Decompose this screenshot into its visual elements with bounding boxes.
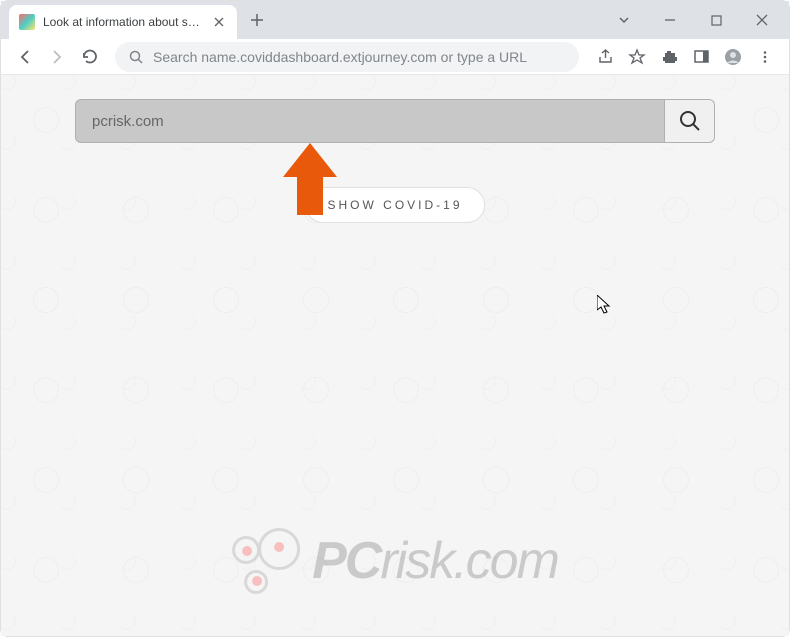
favicon-icon: [19, 14, 35, 30]
maximize-button[interactable]: [697, 5, 735, 35]
sidepanel-icon[interactable]: [687, 43, 715, 71]
bookmark-icon[interactable]: [623, 43, 651, 71]
arrow-annotation-icon: [283, 143, 337, 215]
toolbar: Search name.coviddashboard.extjourney.co…: [1, 39, 789, 75]
extensions-icon[interactable]: [655, 43, 683, 71]
tab-title: Look at information about spread: [43, 15, 203, 29]
tab-strip: Look at information about spread: [1, 1, 789, 39]
search-icon: [129, 50, 143, 64]
chevron-down-icon[interactable]: [605, 5, 643, 35]
menu-icon[interactable]: [751, 43, 779, 71]
cursor-icon: [597, 295, 613, 315]
share-icon[interactable]: [591, 43, 619, 71]
browser-tab[interactable]: Look at information about spread: [9, 5, 237, 39]
window-controls: [605, 5, 781, 35]
close-tab-icon[interactable]: [211, 14, 227, 30]
address-bar[interactable]: Search name.coviddashboard.extjourney.co…: [115, 42, 579, 72]
forward-button[interactable]: [43, 43, 71, 71]
minimize-button[interactable]: [651, 5, 689, 35]
close-window-button[interactable]: [743, 5, 781, 35]
search-input[interactable]: [75, 99, 665, 143]
reload-button[interactable]: [75, 43, 103, 71]
profile-icon[interactable]: [719, 43, 747, 71]
search-button[interactable]: [665, 99, 715, 143]
magnifier-icon: [679, 110, 701, 132]
watermark-text: PCrisk.com: [312, 531, 558, 591]
back-button[interactable]: [11, 43, 39, 71]
covid-button-label: SHOW COVID-19: [327, 198, 462, 212]
watermark-icon: [232, 526, 302, 596]
watermark-logo: PCrisk.com: [232, 526, 558, 596]
new-tab-button[interactable]: [243, 6, 271, 34]
page-content: SHOW COVID-19 PCrisk.com: [1, 75, 789, 636]
omnibox-placeholder: Search name.coviddashboard.extjourney.co…: [153, 49, 527, 65]
search-bar: [75, 99, 715, 143]
